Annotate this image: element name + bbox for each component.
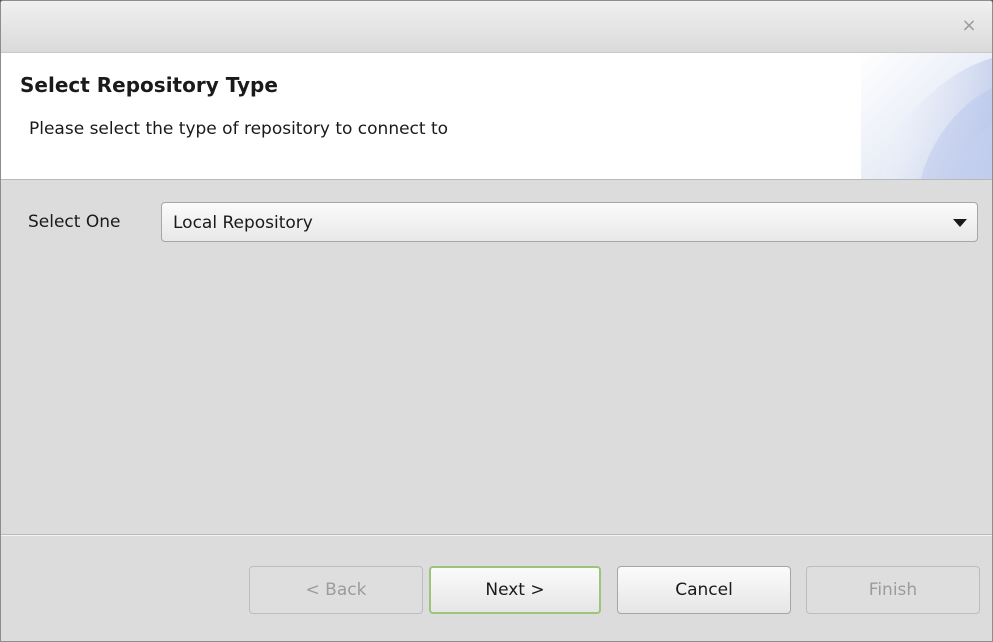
page-description: Please select the type of repository to … (29, 119, 449, 139)
repository-type-dropdown[interactable]: Local Repository (161, 202, 978, 242)
wizard-content: Select One Local Repository (1, 180, 992, 534)
wizard-header: Select Repository Type Please select the… (1, 53, 992, 180)
wizard-banner-graphic (861, 53, 992, 179)
back-button[interactable]: < Back (249, 566, 423, 614)
finish-button[interactable]: Finish (806, 566, 980, 614)
dialog-titlebar[interactable]: × (1, 1, 992, 53)
close-icon[interactable]: × (960, 17, 978, 35)
page-title: Select Repository Type (20, 73, 278, 97)
repository-type-value: Local Repository (173, 213, 313, 233)
select-one-label: Select One (28, 212, 121, 232)
next-button[interactable]: Next > (429, 566, 601, 614)
cancel-button[interactable]: Cancel (617, 566, 791, 614)
repository-type-dialog: × Select Repository Type Please select t… (0, 0, 993, 642)
wizard-footer: < Back Next > Cancel Finish (1, 536, 992, 641)
chevron-down-icon (953, 219, 967, 227)
